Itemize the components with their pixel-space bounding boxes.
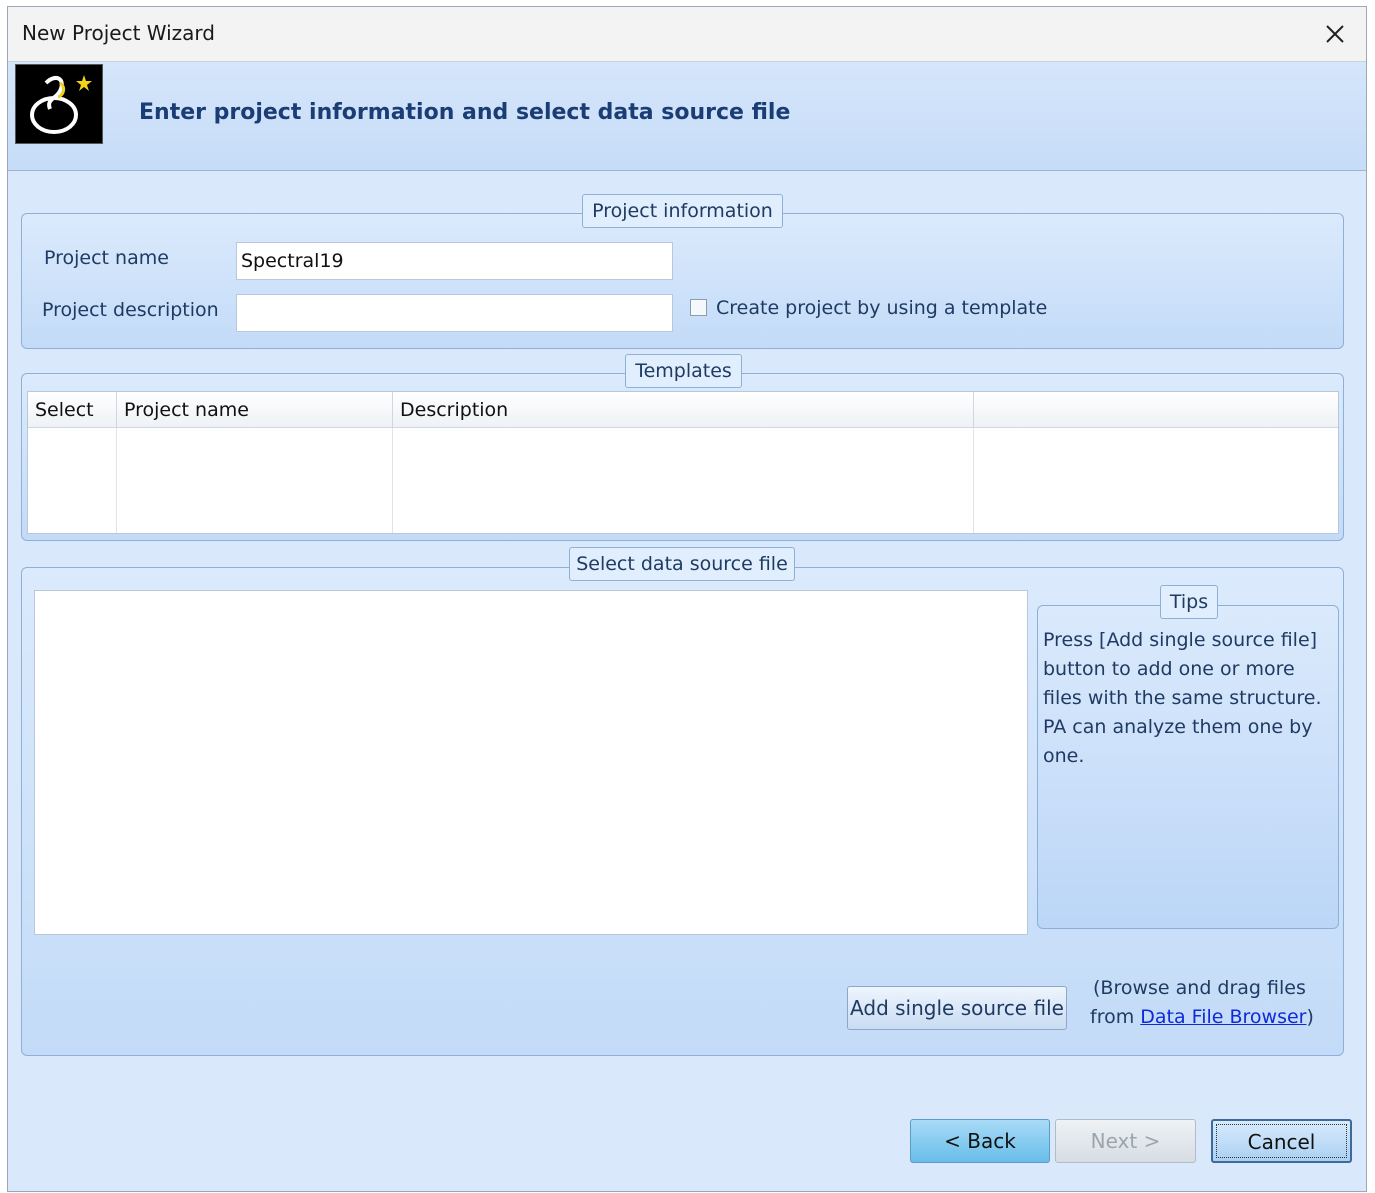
column-divider — [392, 428, 393, 533]
browse-hint-line1: (Browse and drag files — [1093, 977, 1306, 999]
wizard-step-title: Enter project information and select dat… — [139, 100, 791, 125]
wizard-window: New Project Wizard Enter project informa… — [7, 6, 1367, 1192]
template-checkbox-label[interactable]: Create project by using a template — [716, 297, 1047, 319]
close-icon[interactable] — [1318, 17, 1352, 51]
data-source-legend: Select data source file — [569, 547, 795, 581]
tips-panel: Press [Add single source file] button to… — [1037, 605, 1339, 929]
browse-hint-suffix: ) — [1306, 1006, 1314, 1028]
title-bar: New Project Wizard — [8, 7, 1366, 62]
project-description-label: Project description — [42, 299, 219, 321]
add-single-source-file-button[interactable]: Add single source file — [847, 986, 1067, 1030]
column-divider — [116, 428, 117, 533]
browse-hint-from: from — [1090, 1006, 1141, 1028]
column-header-extra[interactable] — [974, 392, 1338, 428]
tips-legend: Tips — [1160, 585, 1218, 619]
cancel-button-label: Cancel — [1247, 1130, 1316, 1154]
templates-legend: Templates — [625, 354, 742, 388]
source-file-list[interactable] — [34, 590, 1028, 935]
data-source-group: Press [Add single source file] button to… — [21, 567, 1344, 1056]
templates-table[interactable]: Select Project name Description — [27, 391, 1339, 534]
template-checkbox[interactable] — [690, 299, 707, 316]
tips-text: Press [Add single source file] button to… — [1043, 629, 1322, 767]
templates-group: Select Project name Description — [21, 373, 1344, 541]
browse-hint-line2: from Data File Browser) — [1090, 1003, 1314, 1032]
window-title: New Project Wizard — [22, 21, 215, 45]
project-description-input[interactable] — [236, 294, 673, 332]
next-button[interactable]: Next > — [1055, 1119, 1196, 1163]
wizard-logo-icon — [15, 64, 103, 144]
column-divider — [973, 428, 974, 533]
wizard-header: Enter project information and select dat… — [8, 62, 1366, 171]
browse-hint: (Browse and drag files from Data File Br… — [1090, 974, 1314, 1032]
project-information-group: Project name Project description Create … — [21, 213, 1344, 349]
project-information-legend: Project information — [582, 194, 783, 228]
column-header-description[interactable]: Description — [393, 392, 974, 428]
cancel-button[interactable]: Cancel — [1211, 1119, 1352, 1163]
data-file-browser-link[interactable]: Data File Browser — [1140, 1006, 1306, 1028]
project-name-input[interactable] — [236, 242, 673, 280]
project-name-label: Project name — [44, 247, 169, 269]
column-header-select[interactable]: Select — [28, 392, 117, 428]
back-button[interactable]: < Back — [910, 1119, 1050, 1163]
column-header-project-name[interactable]: Project name — [117, 392, 393, 428]
